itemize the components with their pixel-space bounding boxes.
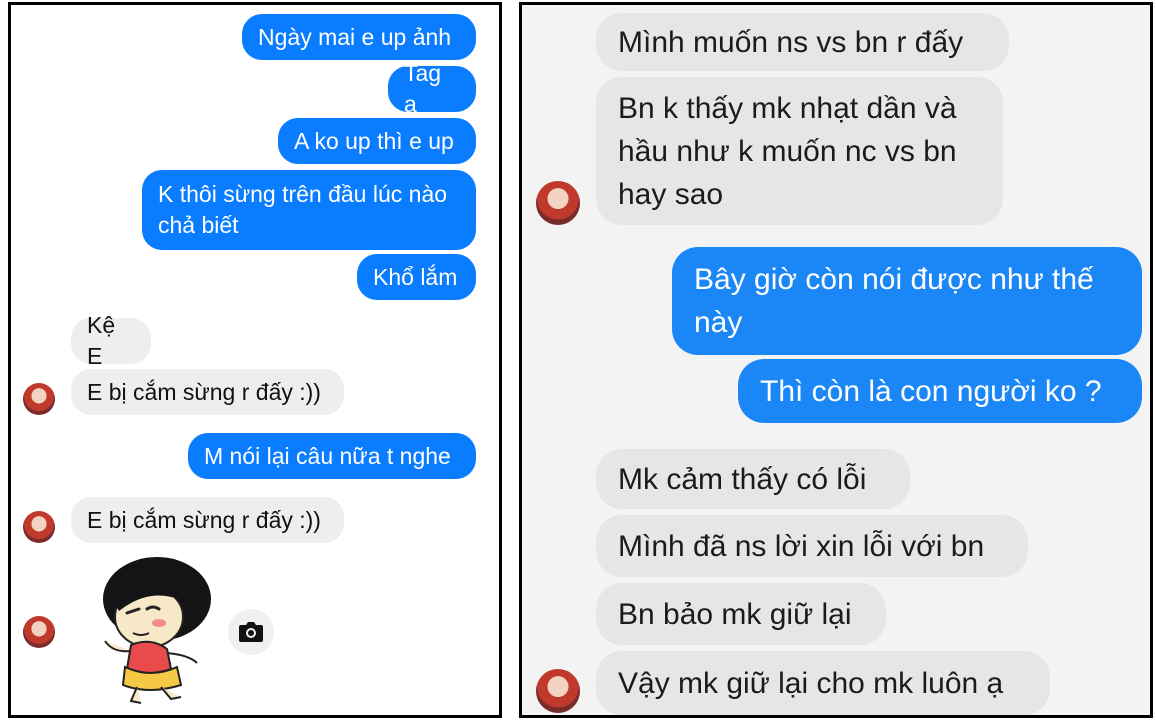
message-incoming[interactable]: Mình muốn ns vs bn r đấy — [596, 13, 1009, 71]
contact-avatar[interactable] — [536, 181, 580, 225]
camera-icon — [239, 622, 263, 642]
contact-avatar[interactable] — [23, 616, 55, 648]
cartoon-girl-sticker[interactable] — [97, 557, 217, 707]
message-incoming[interactable]: Mình đã ns lời xin lỗi với bn — [596, 515, 1028, 577]
message-outgoing[interactable]: Thì còn là con người ko ? — [738, 359, 1142, 423]
message-outgoing[interactable]: M nói lại câu nữa t nghe — [188, 433, 476, 479]
message-incoming[interactable]: Bn bảo mk giữ lại — [596, 583, 886, 645]
camera-button[interactable] — [228, 609, 274, 655]
message-outgoing[interactable]: Bây giờ còn nói được như thế này — [672, 247, 1142, 355]
message-outgoing[interactable]: K thôi sừng trên đầu lúc nào chả biết — [142, 170, 476, 250]
message-incoming[interactable]: Kệ E — [71, 312, 151, 369]
right-chat-screenshot: Mình muốn ns vs bn r đấy Bn k thấy mk nh… — [519, 2, 1153, 718]
message-outgoing[interactable]: Khổ lắm — [357, 254, 476, 300]
contact-avatar[interactable] — [23, 511, 55, 543]
message-incoming[interactable]: Mk cảm thấy có lỗi — [596, 449, 910, 509]
contact-avatar[interactable] — [23, 383, 55, 415]
message-incoming[interactable]: E bị cắm sừng r đấy :)) — [71, 497, 344, 543]
message-incoming[interactable]: E bị cắm sừng r đấy :)) — [71, 369, 344, 415]
message-outgoing[interactable]: A ko up thì e up — [278, 118, 476, 164]
message-incoming[interactable]: Vậy mk giữ lại cho mk luôn ạ — [596, 651, 1050, 715]
message-outgoing[interactable]: Ngày mai e up ảnh — [242, 14, 476, 60]
left-chat-screenshot: Ngày mai e up ảnh Tag a A ko up thì e up… — [8, 2, 502, 718]
message-incoming[interactable]: Bn k thấy mk nhạt dần và hầu như k muốn … — [596, 77, 1003, 225]
contact-avatar[interactable] — [536, 669, 580, 713]
message-outgoing[interactable]: Tag a — [388, 60, 476, 117]
